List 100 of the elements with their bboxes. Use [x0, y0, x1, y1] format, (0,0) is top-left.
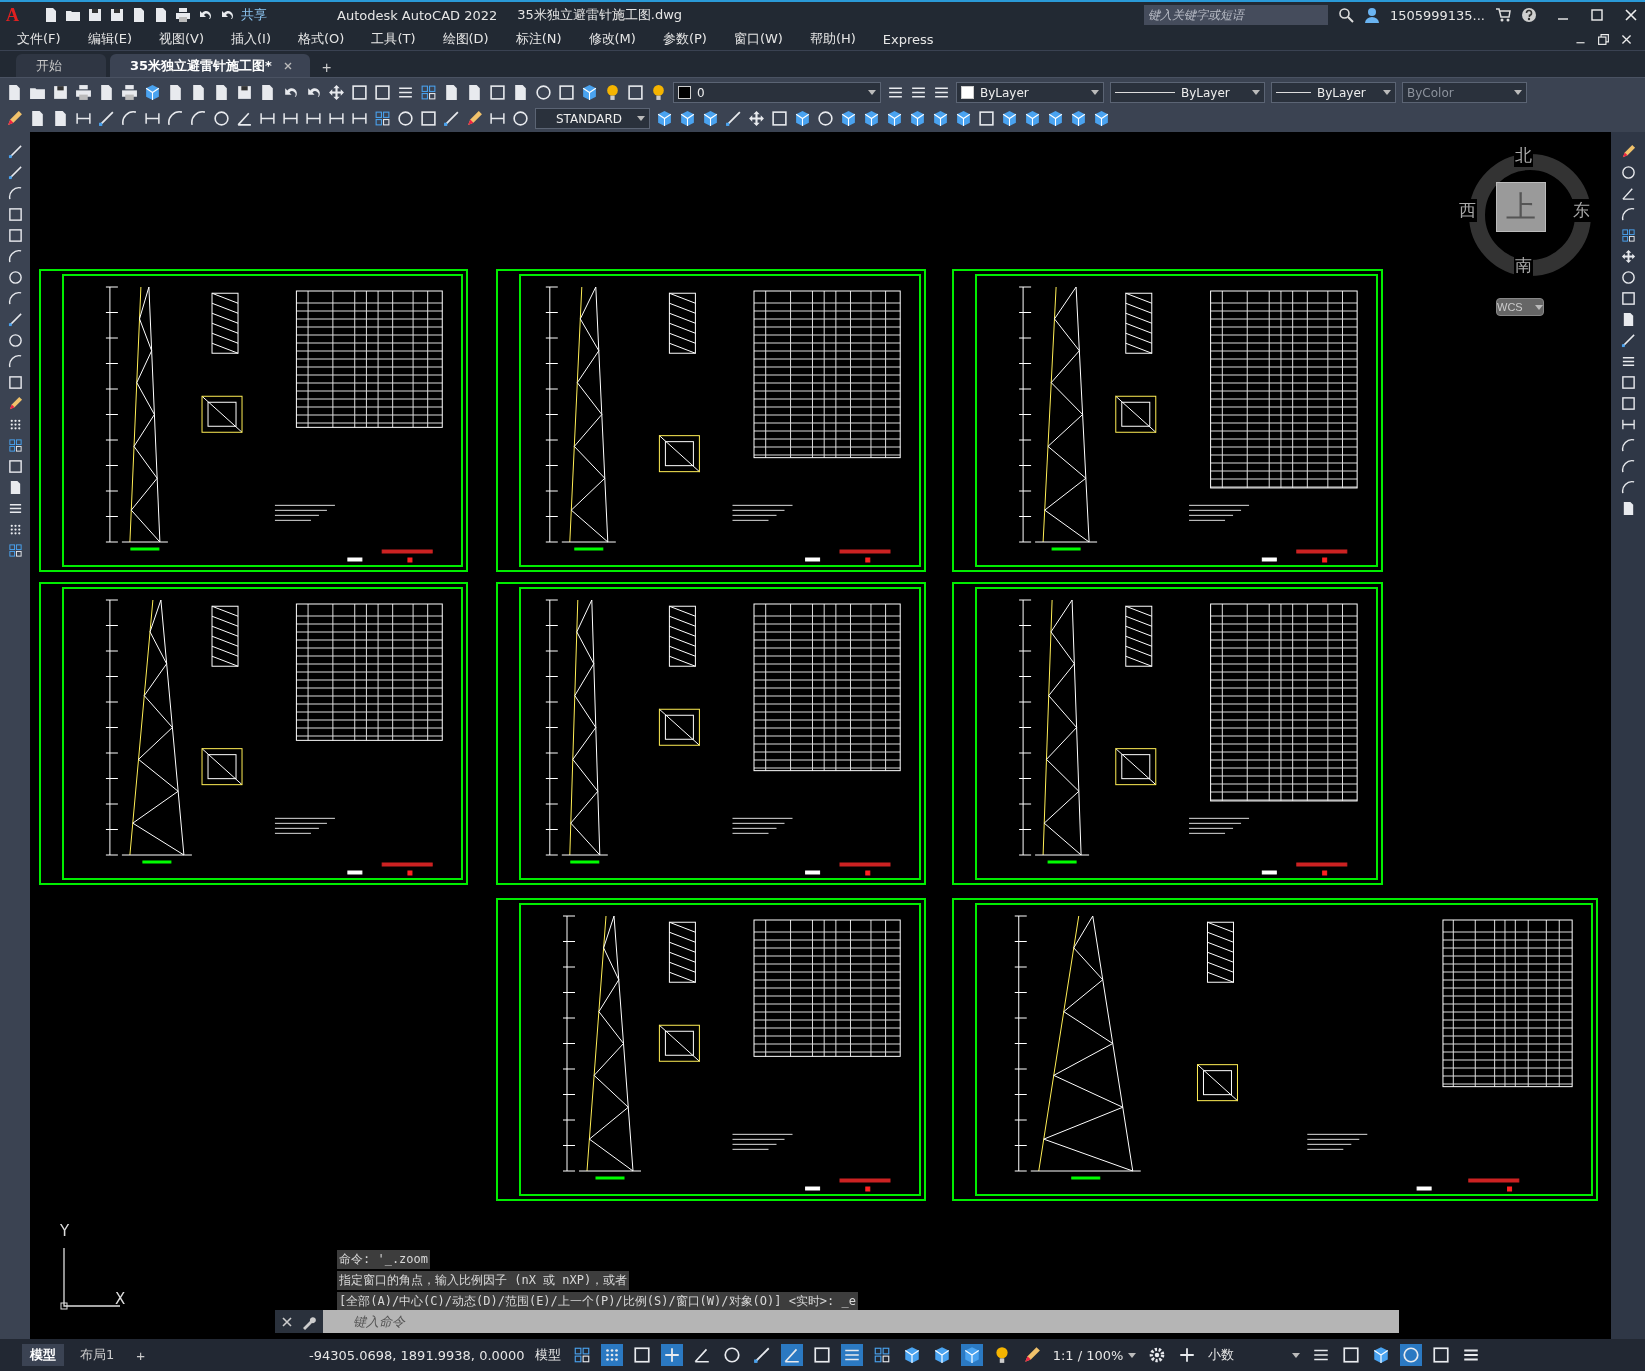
lines-icon[interactable]: [7, 501, 23, 516]
menu-item[interactable]: 工具(T): [366, 30, 425, 48]
maximize-icon[interactable]: [1589, 7, 1605, 23]
menu-item[interactable]: 编辑(E): [82, 30, 141, 48]
printer-icon[interactable]: [175, 7, 191, 23]
square-icon[interactable]: [7, 375, 23, 390]
square-icon[interactable]: [771, 110, 788, 127]
square-icon[interactable]: [374, 84, 391, 101]
cube-icon[interactable]: [581, 84, 598, 101]
dimension-icon[interactable]: [75, 110, 92, 127]
layout-tab[interactable]: 布局1: [72, 1344, 123, 1366]
line-icon[interactable]: [7, 144, 23, 159]
angle-icon[interactable]: [236, 110, 253, 127]
printer-icon[interactable]: [121, 84, 138, 101]
lines-icon[interactable]: [840, 1344, 863, 1366]
bulb-icon[interactable]: [604, 84, 621, 101]
dot-grid-icon[interactable]: [600, 1344, 623, 1366]
menu-item[interactable]: 标注(N): [510, 30, 571, 48]
square-icon[interactable]: [7, 207, 23, 222]
menu-item[interactable]: 文件(F): [12, 30, 70, 48]
printer-icon[interactable]: [75, 84, 92, 101]
page-icon[interactable]: [131, 7, 147, 23]
document-tab[interactable]: 35米独立避雷针施工图*: [110, 54, 310, 77]
cube-icon[interactable]: [144, 84, 161, 101]
page-icon[interactable]: [259, 84, 276, 101]
arc-icon[interactable]: [7, 354, 23, 369]
cube-icon[interactable]: [955, 110, 972, 127]
color-dropdown[interactable]: ByLayer: [956, 82, 1104, 103]
page-icon[interactable]: [6, 84, 23, 101]
linetype-dropdown[interactable]: ByLayer: [1110, 82, 1265, 103]
menu-item[interactable]: Express: [877, 31, 943, 47]
document-tab[interactable]: 开始: [16, 54, 106, 77]
menu-item[interactable]: 参数(P): [657, 30, 716, 48]
line-icon[interactable]: [7, 312, 23, 327]
circle-icon[interactable]: [817, 110, 834, 127]
circle-icon[interactable]: [7, 270, 23, 285]
pencil-icon[interactable]: [7, 396, 23, 411]
dimension-icon[interactable]: [282, 110, 299, 127]
cube-icon[interactable]: [886, 110, 903, 127]
circle-icon[interactable]: [1620, 165, 1636, 180]
search-field[interactable]: 键入关键字或短语: [1143, 5, 1328, 25]
menu-item[interactable]: 视图(V): [154, 30, 214, 48]
arc-icon[interactable]: [1620, 207, 1636, 222]
pencil-icon[interactable]: [466, 110, 483, 127]
dimension-icon[interactable]: [351, 110, 368, 127]
search-icon[interactable]: [1337, 7, 1354, 23]
arc-icon[interactable]: [7, 291, 23, 306]
square-icon[interactable]: [1620, 396, 1636, 411]
lines-icon[interactable]: [887, 84, 904, 101]
arc-icon[interactable]: [167, 110, 184, 127]
lines-icon[interactable]: [933, 84, 950, 101]
menu-item[interactable]: 修改(M): [583, 30, 645, 48]
page-icon[interactable]: [29, 110, 46, 127]
north-label[interactable]: 北: [1514, 144, 1533, 167]
square-icon[interactable]: [7, 459, 23, 474]
new-tab-button[interactable]: +: [313, 59, 340, 77]
cube-icon[interactable]: [1070, 110, 1087, 127]
restore-icon[interactable]: [1597, 32, 1610, 46]
square-icon[interactable]: [1620, 375, 1636, 390]
square-icon[interactable]: [1620, 291, 1636, 306]
east-label[interactable]: 东: [1572, 199, 1591, 222]
circle-icon[interactable]: [512, 110, 529, 127]
cube-icon[interactable]: [932, 110, 949, 127]
menu-item[interactable]: 帮助(H): [804, 30, 865, 48]
grid-icon[interactable]: [7, 438, 23, 453]
cube-icon[interactable]: [1093, 110, 1110, 127]
angle-icon[interactable]: [780, 1344, 803, 1366]
wcs-dropdown[interactable]: WCS: [1496, 298, 1544, 316]
coordinates-readout[interactable]: -94305.0698, 1891.9938, 0.0000: [309, 1347, 525, 1363]
cart-icon[interactable]: [1495, 7, 1511, 23]
cube-icon[interactable]: [1047, 110, 1064, 127]
arc-icon[interactable]: [7, 249, 23, 264]
lines-icon[interactable]: [910, 84, 927, 101]
circle-icon[interactable]: [397, 110, 414, 127]
annotation-scale-button[interactable]: 1:1 / 100%: [1050, 1347, 1139, 1363]
page-icon[interactable]: [98, 84, 115, 101]
line-icon[interactable]: [98, 110, 115, 127]
dimension-icon[interactable]: [328, 110, 345, 127]
dimension-icon[interactable]: [144, 110, 161, 127]
dimension-icon[interactable]: [305, 110, 322, 127]
cube-icon[interactable]: [840, 110, 857, 127]
cube-icon[interactable]: [909, 110, 926, 127]
page-icon[interactable]: [52, 110, 69, 127]
units-dropdown[interactable]: 小数: [1206, 1346, 1303, 1364]
south-label[interactable]: 南: [1514, 254, 1533, 277]
lines-icon[interactable]: [1620, 354, 1636, 369]
page-icon[interactable]: [153, 7, 169, 23]
arc-icon[interactable]: [121, 110, 138, 127]
arc-icon[interactable]: [1620, 438, 1636, 453]
dimension-icon[interactable]: [259, 110, 276, 127]
add-layout-button[interactable]: +: [130, 1345, 152, 1365]
arc-icon[interactable]: [7, 186, 23, 201]
lines-icon[interactable]: [397, 84, 414, 101]
plus-icon[interactable]: [660, 1344, 683, 1366]
dimension-icon[interactable]: [489, 110, 506, 127]
bulb-icon[interactable]: [650, 84, 667, 101]
grid-icon[interactable]: [1620, 228, 1636, 243]
user-name[interactable]: 1505999135...: [1389, 7, 1485, 23]
pencil-icon[interactable]: [1620, 144, 1636, 159]
page-icon[interactable]: [167, 84, 184, 101]
